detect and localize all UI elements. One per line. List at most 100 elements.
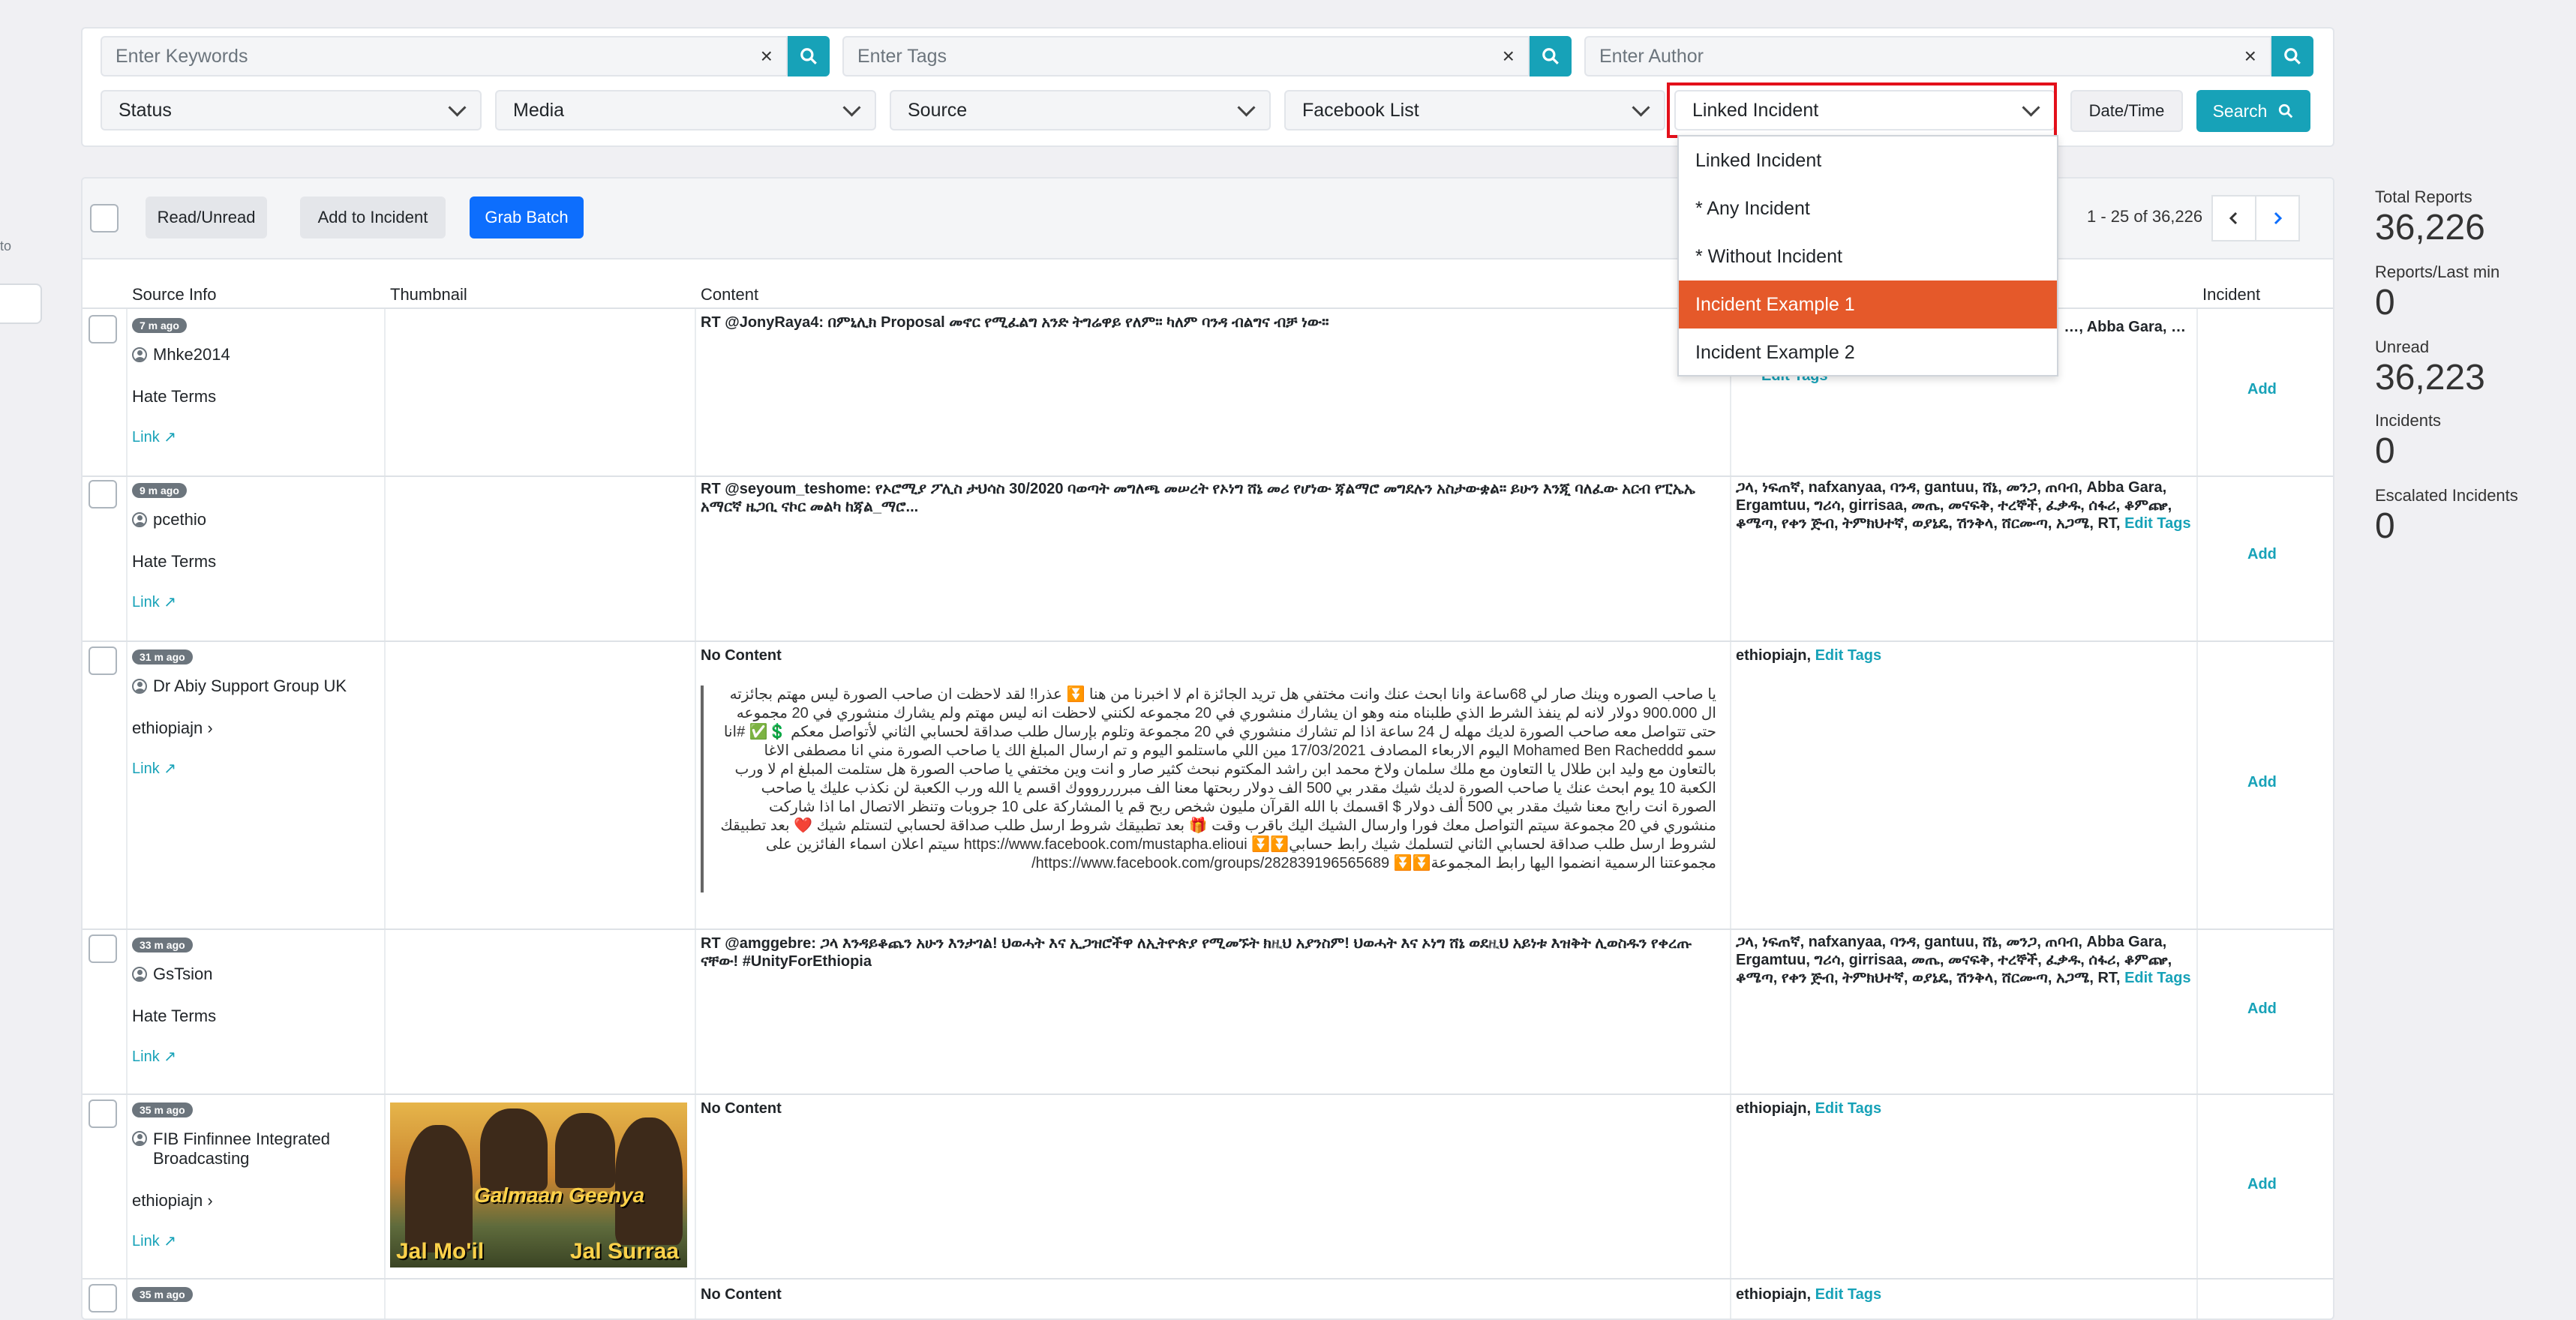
- row-checkbox[interactable]: [89, 315, 117, 344]
- dropdown-option[interactable]: * Without Incident: [1679, 232, 2057, 280]
- author[interactable]: GsTsion: [132, 964, 212, 984]
- dropdown-option[interactable]: * Any Incident: [1679, 184, 2057, 232]
- status-select-label: Status: [119, 99, 172, 121]
- source-link[interactable]: Link ↗: [132, 428, 176, 446]
- clear-author-icon[interactable]: ×: [2244, 44, 2256, 68]
- tags-text: ethiopiajn,: [1736, 647, 1811, 664]
- row-divider: [83, 928, 2333, 930]
- thumbnail-caption-left: Jal Mo'il: [396, 1239, 485, 1264]
- chevron-down-icon: [448, 98, 467, 117]
- link-label: Link: [132, 1233, 160, 1250]
- edit-tags-link[interactable]: Edit Tags: [2124, 515, 2191, 532]
- reports-per-min-value: 0: [2375, 283, 2395, 322]
- user-icon: [132, 1131, 147, 1146]
- author[interactable]: Mhke2014: [132, 345, 230, 364]
- tags-text: ethiopiajn,: [1736, 1286, 1811, 1303]
- source-label[interactable]: ethiopiajn ›: [132, 718, 213, 738]
- thumbnail-figure: [555, 1113, 615, 1188]
- report-tags: ጋላ, ነፍጠኛ, nafxanyaa, ባንዳ, gantuu, ሸኔ, መን…: [1736, 933, 2193, 987]
- dropdown-option[interactable]: Incident Example 2: [1679, 328, 2057, 376]
- thumbnail-image[interactable]: Galmaan Geenya Jal Mo'il Jal Surraa: [390, 1102, 687, 1268]
- edit-tags-link[interactable]: Edit Tags: [2124, 970, 2191, 986]
- thumbnail-caption-right: Jal Surraa: [570, 1239, 680, 1264]
- edit-tags-link[interactable]: Edit Tags: [1815, 1286, 1882, 1303]
- report-tags: ጋላ, ነፍጠኛ, nafxanyaa, ባንዳ, gantuu, ሸኔ, መን…: [1736, 478, 2193, 532]
- author-input[interactable]: Enter Author ×: [1584, 36, 2271, 76]
- dropdown-option[interactable]: Linked Incident: [1679, 136, 2057, 184]
- add-incident-link[interactable]: Add: [2247, 381, 2277, 398]
- column-divider: [126, 309, 128, 1318]
- chevron-down-icon: [1237, 98, 1256, 117]
- author-name: GsTsion: [153, 964, 213, 983]
- row-checkbox[interactable]: [89, 646, 117, 675]
- grab-batch-label: Grab Batch: [485, 208, 569, 226]
- add-incident-link[interactable]: Add: [2247, 774, 2277, 791]
- clear-keywords-icon[interactable]: ×: [761, 44, 773, 68]
- edit-tags-link[interactable]: Edit Tags: [1815, 647, 1882, 664]
- chevron-down-icon: [1632, 98, 1650, 117]
- keywords-input[interactable]: Enter Keywords ×: [101, 36, 788, 76]
- report-content: RT @JonyRaya4: በምኒሊክ Proposal መኖር የሚፈልግ …: [701, 314, 1329, 331]
- incidents-value: 0: [2375, 431, 2395, 471]
- author[interactable]: Dr Abiy Support Group UK: [132, 676, 347, 696]
- row-divider: [83, 640, 2333, 642]
- row-checkbox[interactable]: [89, 1100, 117, 1128]
- pagination-text: 1 - 25 of 36,226: [2087, 207, 2203, 226]
- add-to-incident-button[interactable]: Add to Incident: [300, 196, 446, 238]
- keywords-search-button[interactable]: [788, 36, 830, 76]
- row-checkbox[interactable]: [89, 480, 117, 508]
- source-label[interactable]: ethiopiajn ›: [132, 1191, 213, 1210]
- link-label: Link: [132, 594, 160, 610]
- search-icon: [2279, 104, 2293, 118]
- tags-input[interactable]: Enter Tags ×: [842, 36, 1530, 76]
- search-button-label: Search: [2212, 100, 2268, 121]
- row-checkbox[interactable]: [89, 1284, 117, 1312]
- dropdown-option-highlighted[interactable]: Incident Example 1: [1679, 280, 2057, 328]
- chevron-right-icon: ›: [207, 718, 213, 737]
- source-link[interactable]: Link ↗: [132, 1232, 176, 1250]
- link-label: Link: [132, 1048, 160, 1065]
- report-content: RT @amggebre: ጋላ እንዳይቆጨን አሁን እንታገል! ህወሓት…: [701, 935, 1692, 970]
- edit-tags-link[interactable]: Edit Tags: [1815, 1100, 1882, 1117]
- column-divider: [1730, 309, 1731, 1318]
- time-badge: 7 m ago: [132, 318, 187, 333]
- thumbnail-figure: [405, 1125, 473, 1252]
- report-tags: ethiopiajn, Edit Tags: [1736, 646, 2186, 664]
- facebook-list-select-label: Facebook List: [1302, 99, 1419, 121]
- linked-incident-dropdown: Linked Incident * Any Incident * Without…: [1677, 135, 2058, 376]
- datetime-button[interactable]: Date/Time: [2070, 90, 2183, 132]
- left-panel-input[interactable]: [0, 284, 42, 324]
- author[interactable]: pcethio: [132, 510, 206, 530]
- unread-label: Unread: [2375, 338, 2430, 356]
- datetime-button-label: Date/Time: [2088, 101, 2165, 120]
- facebook-list-select[interactable]: Facebook List: [1284, 90, 1665, 130]
- next-page-button[interactable]: [2255, 195, 2300, 242]
- add-incident-link[interactable]: Add: [2247, 1000, 2277, 1018]
- row-checkbox[interactable]: [89, 934, 117, 963]
- time-badge: 33 m ago: [132, 938, 193, 952]
- row-divider: [83, 476, 2333, 477]
- grab-batch-button[interactable]: Grab Batch: [470, 196, 584, 238]
- author-name: Mhke2014: [153, 345, 230, 364]
- source-link[interactable]: Link ↗: [132, 1047, 176, 1066]
- source-link[interactable]: Link ↗: [132, 759, 176, 778]
- read-unread-button[interactable]: Read/Unread: [146, 196, 267, 238]
- source-link[interactable]: Link ↗: [132, 592, 176, 611]
- author-name: Dr Abiy Support Group UK: [153, 676, 347, 695]
- previous-page-button[interactable]: [2211, 195, 2256, 242]
- add-incident-link[interactable]: Add: [2247, 546, 2277, 563]
- chevron-right-icon: [2274, 212, 2283, 225]
- source-select[interactable]: Source: [890, 90, 1271, 130]
- add-incident-link[interactable]: Add: [2247, 1176, 2277, 1193]
- clear-tags-icon[interactable]: ×: [1503, 44, 1515, 68]
- time-badge: 35 m ago: [132, 1102, 193, 1118]
- search-button[interactable]: Search: [2196, 90, 2310, 132]
- column-divider: [2196, 309, 2198, 1318]
- select-all-checkbox[interactable]: [90, 204, 119, 232]
- author-search-button[interactable]: [2271, 36, 2313, 76]
- status-select[interactable]: Status: [101, 90, 482, 130]
- report-tags: ethiopiajn, Edit Tags: [1736, 1286, 2186, 1304]
- tags-search-button[interactable]: [1530, 36, 1572, 76]
- author[interactable]: FIB Finfinnee Integrated Broadcasting: [132, 1130, 357, 1168]
- media-select[interactable]: Media: [495, 90, 876, 130]
